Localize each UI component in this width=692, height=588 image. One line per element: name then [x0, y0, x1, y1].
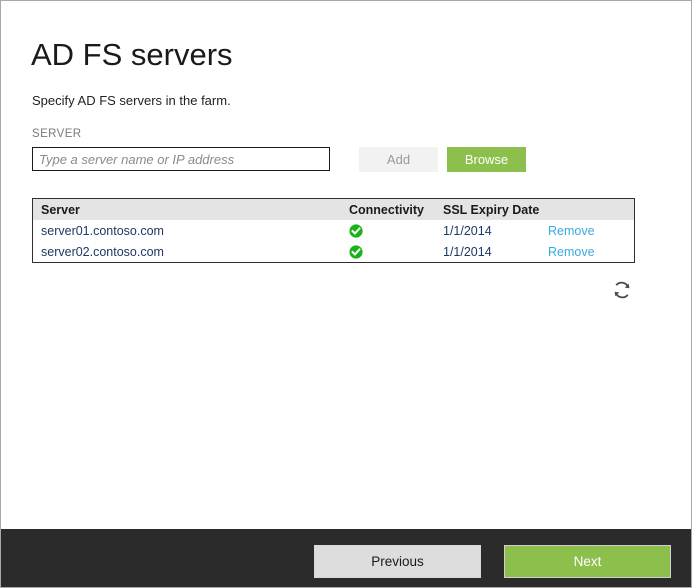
- remove-link[interactable]: Remove: [548, 224, 595, 238]
- column-header-connectivity: Connectivity: [349, 202, 425, 217]
- page-subtitle: Specify AD FS servers in the farm.: [32, 93, 231, 108]
- footer-bar: Previous Next: [1, 529, 691, 587]
- cell-ssl-expiry: 1/1/2014: [443, 223, 492, 238]
- wizard-window: AD FS servers Specify AD FS servers in t…: [0, 0, 692, 588]
- cell-connectivity: [349, 220, 443, 241]
- browse-button[interactable]: Browse: [447, 147, 526, 172]
- servers-table-header: Server Connectivity SSL Expiry Date: [32, 198, 635, 221]
- previous-button[interactable]: Previous: [314, 545, 481, 578]
- remove-link[interactable]: Remove: [548, 245, 595, 259]
- column-header-ssl-expiry: SSL Expiry Date: [443, 202, 540, 217]
- servers-table-body: server01.contoso.com 1/1/2014 Remove ser…: [33, 220, 635, 263]
- table-header-row: Server Connectivity SSL Expiry Date: [32, 198, 635, 221]
- cell-action: Remove: [548, 241, 635, 263]
- content-area: AD FS servers Specify AD FS servers in t…: [1, 1, 691, 528]
- server-input[interactable]: [32, 147, 330, 171]
- green-check-icon: [349, 245, 363, 259]
- cell-ssl-expiry: 1/1/2014: [443, 244, 492, 259]
- cell-connectivity: [349, 241, 443, 263]
- column-header-server: Server: [41, 202, 80, 217]
- server-field-label: SERVER: [32, 128, 82, 140]
- cell-action: Remove: [548, 220, 635, 241]
- refresh-icon[interactable]: [611, 279, 633, 301]
- add-button[interactable]: Add: [359, 147, 438, 172]
- servers-table: Server Connectivity SSL Expiry Date serv…: [32, 198, 635, 263]
- table-row: server01.contoso.com 1/1/2014 Remove: [33, 220, 635, 241]
- green-check-icon: [349, 224, 363, 238]
- cell-server-name: server02.contoso.com: [41, 244, 164, 259]
- cell-server-name: server01.contoso.com: [41, 223, 164, 238]
- column-header-action: [548, 199, 635, 221]
- next-button[interactable]: Next: [504, 545, 671, 578]
- page-title: AD FS servers: [31, 37, 233, 72]
- table-row: server02.contoso.com 1/1/2014 Remove: [33, 241, 635, 263]
